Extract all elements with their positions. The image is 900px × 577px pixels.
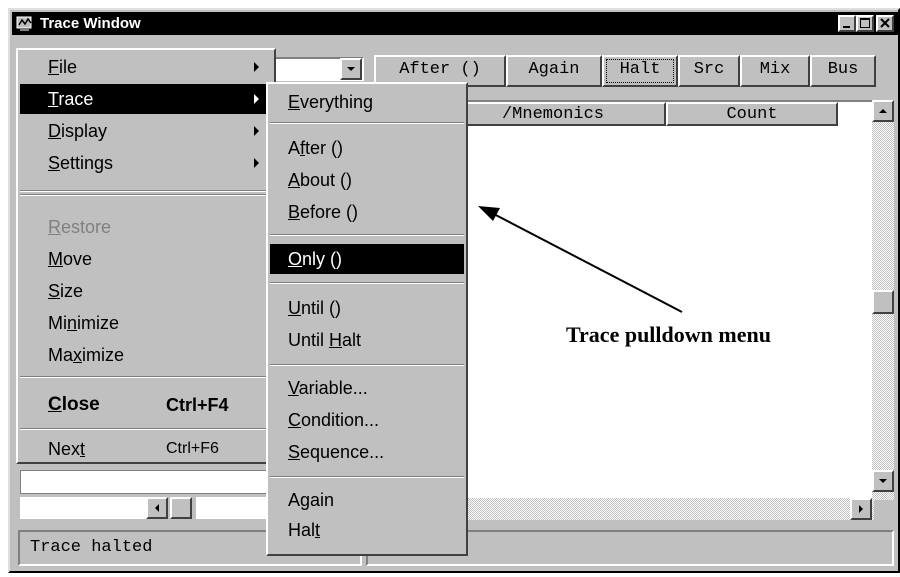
combo-dropdown-button[interactable] — [340, 58, 362, 80]
scroll-right-button[interactable] — [850, 498, 872, 520]
maximize-icon — [860, 18, 870, 28]
chevron-down-icon — [347, 67, 355, 71]
menu-separator — [20, 190, 272, 192]
submenu-item-variable[interactable]: Variable... — [288, 374, 368, 402]
arrow-up-icon — [879, 109, 887, 113]
menu-item-next-shortcut: Ctrl+F6 — [166, 440, 219, 457]
menu-item-restore: Restore — [48, 217, 112, 237]
title-bar[interactable] — [12, 12, 898, 35]
submenu-item-sequence[interactable]: Sequence... — [288, 438, 384, 466]
menu-separator — [270, 234, 464, 236]
submenu-item-until[interactable]: Until () — [288, 294, 341, 322]
menu-item-file[interactable]: File — [48, 52, 77, 82]
submenu-item-after[interactable]: After () — [288, 134, 343, 162]
vertical-scroll-thumb[interactable] — [872, 290, 894, 314]
arrow-left-icon — [155, 504, 159, 512]
menu-separator — [270, 476, 464, 478]
mix-button[interactable]: Mix — [740, 55, 810, 87]
submenu-item-halt[interactable]: Halt — [288, 516, 320, 544]
menu-separator — [270, 122, 464, 124]
window-title: Trace Window — [40, 15, 141, 32]
scroll-down-button[interactable] — [872, 470, 894, 492]
menu-item-next[interactable]: Next — [48, 434, 85, 464]
maximize-button[interactable] — [856, 15, 874, 32]
arrow-right-icon — [859, 505, 863, 513]
bus-button[interactable]: Bus — [810, 55, 876, 87]
submenu-item-before[interactable]: Before () — [288, 198, 358, 226]
submenu-item-only[interactable]: Only () — [288, 245, 342, 273]
close-window-button[interactable] — [876, 15, 894, 32]
menu-item-display[interactable]: Display — [48, 116, 107, 146]
menu-item-trace[interactable]: Trace — [48, 84, 93, 114]
menu-item-close[interactable]: Close — [48, 390, 100, 420]
menu-item-size[interactable]: Size — [48, 276, 83, 306]
submenu-item-everything[interactable]: Everything — [288, 88, 373, 116]
submenu-arrow-icon — [254, 126, 259, 136]
menu-item-minimize[interactable]: Minimize — [48, 308, 119, 338]
column-header-mnemonics[interactable]: /Mnemonics — [440, 102, 666, 126]
menu-item-close-shortcut: Ctrl+F4 — [166, 395, 229, 415]
left-scroll-thumb[interactable] — [170, 497, 192, 519]
menu-item-maximize[interactable]: Maximize — [48, 340, 124, 370]
minimize-icon — [843, 26, 850, 28]
halt-button[interactable]: Halt — [602, 55, 678, 87]
submenu-arrow-icon — [254, 94, 259, 104]
src-button[interactable]: Src — [678, 55, 740, 87]
menu-separator — [20, 428, 272, 430]
annotation-label: Trace pulldown menu — [566, 322, 771, 347]
annotation-arrow — [478, 206, 683, 313]
close-icon — [880, 18, 890, 28]
minimize-button[interactable] — [838, 15, 856, 32]
submenu-item-until-halt[interactable]: Until Halt — [288, 326, 361, 354]
trace-app-icon[interactable] — [16, 14, 34, 32]
submenu-arrow-icon — [254, 158, 259, 168]
submenu-item-about[interactable]: About () — [288, 166, 352, 194]
menu-separator — [20, 194, 272, 196]
menu-item-label: ile — [59, 57, 78, 77]
menu-separator — [270, 282, 464, 284]
scroll-up-button[interactable] — [872, 100, 894, 122]
system-menu: File Trace Display Settings Restore Move… — [16, 48, 276, 464]
menu-item-settings[interactable]: Settings — [48, 148, 113, 178]
left-scroll-blank — [20, 497, 146, 519]
left-scroll-left-button[interactable] — [146, 497, 168, 519]
submenu-arrow-icon — [254, 62, 259, 72]
again-button[interactable]: Again — [506, 55, 602, 87]
arrow-down-icon — [879, 479, 887, 483]
trace-submenu: Everything After () About () Before () O… — [266, 82, 468, 556]
column-header-count[interactable]: Count — [666, 102, 838, 126]
menu-separator — [20, 376, 272, 378]
submenu-item-condition[interactable]: Condition... — [288, 406, 379, 434]
submenu-item-again[interactable]: Again — [288, 486, 334, 514]
menu-item-move[interactable]: Move — [48, 244, 92, 274]
menu-separator — [270, 364, 464, 366]
